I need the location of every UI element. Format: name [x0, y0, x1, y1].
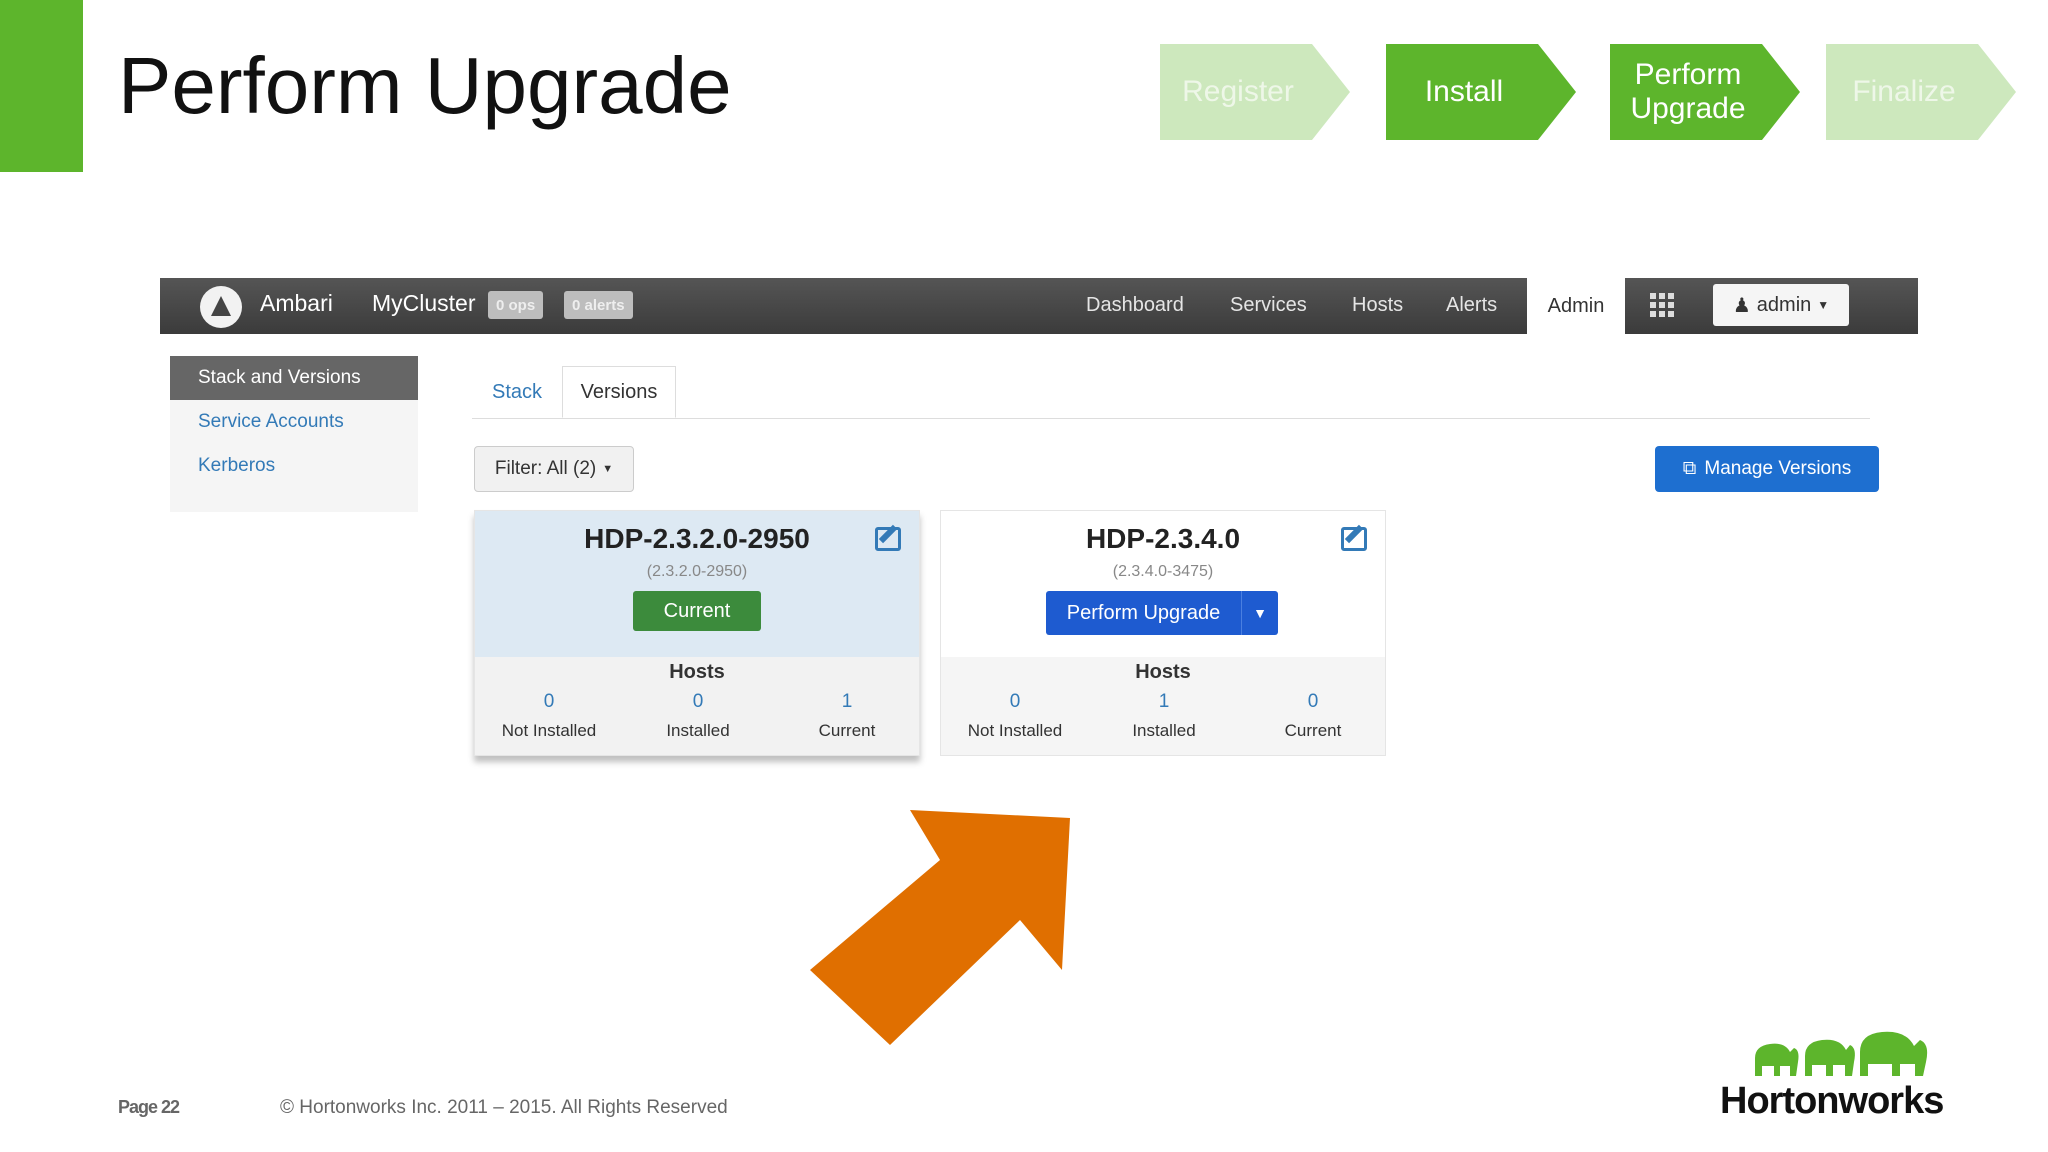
copyright: © Hortonworks Inc. 2011 – 2015. All Righ… [280, 1097, 728, 1118]
version-card-current: HDP-2.3.2.0-2950 (2.3.2.0-2950) Current … [474, 510, 920, 756]
page-number: Page 22 [118, 1097, 180, 1117]
ambari-screenshot: Ambari MyCluster 0 ops 0 alerts Dashboar… [160, 278, 1918, 768]
hosts-title: Hosts [1135, 661, 1191, 683]
elephants-icon [1755, 1031, 1928, 1076]
ops-badge[interactable]: 0 ops [488, 291, 544, 319]
nav-dashboard[interactable]: Dashboard [1086, 294, 1184, 317]
hosts-not-installed[interactable]: 0 Not Installed [941, 691, 1089, 741]
version-number: (2.3.4.0-3475) [1112, 563, 1214, 580]
hosts-installed[interactable]: 1 Installed [1090, 691, 1238, 741]
version-number: (2.3.2.0-2950) [646, 563, 748, 580]
user-name: admin [1756, 293, 1812, 316]
hosts-title: Hosts [669, 661, 725, 683]
edit-icon[interactable] [1341, 527, 1367, 551]
nav-hosts[interactable]: Hosts [1352, 294, 1403, 317]
cluster-name[interactable]: MyCluster [372, 290, 476, 317]
hosts-current[interactable]: 0 Current [1239, 691, 1387, 741]
stack-tabs: Stack Versions [472, 366, 1870, 419]
alerts-badge[interactable]: 0 alerts [564, 291, 633, 319]
version-name: HDP-2.3.2.0-2950 [584, 523, 810, 554]
external-link-icon: ⧉ [1682, 458, 1697, 479]
top-navbar: Ambari MyCluster 0 ops 0 alerts Dashboar… [160, 278, 1918, 334]
nav-admin[interactable]: Admin [1527, 278, 1625, 334]
filter-dropdown[interactable]: Filter: All (2) ▼ [474, 446, 634, 492]
caret-down-icon: ▼ [602, 463, 614, 475]
step-register: Register [1160, 44, 1350, 140]
manage-versions-label: Manage Versions [1704, 458, 1852, 479]
user-icon: ♟ [1732, 294, 1751, 317]
current-status-label: Current [633, 591, 761, 631]
views-grid-icon[interactable] [1650, 293, 1674, 317]
hosts-not-installed[interactable]: 0 Not Installed [475, 691, 623, 741]
slide-title: Perform Upgrade [118, 41, 732, 130]
sidebar-item-stack-and-versions[interactable]: Stack and Versions [170, 356, 418, 400]
perform-upgrade-button[interactable]: Perform Upgrade ▼ [1046, 591, 1278, 635]
manage-versions-button[interactable]: ⧉ Manage Versions [1655, 446, 1879, 492]
sidebar-item-service-accounts[interactable]: Service Accounts [170, 400, 418, 444]
pointer-arrow-icon [810, 810, 1070, 1045]
step-finalize: Finalize [1826, 44, 2016, 140]
perform-upgrade-label: Perform Upgrade [1066, 601, 1221, 624]
nav-services[interactable]: Services [1230, 294, 1307, 317]
step-install: Install [1386, 44, 1576, 140]
version-card-target: HDP-2.3.4.0 (2.3.4.0-3475) Perform Upgra… [940, 510, 1386, 756]
edit-icon[interactable] [875, 527, 901, 551]
filter-label: Filter: All (2) [494, 458, 597, 479]
brand-wordmark: Hortonworks [1720, 1080, 1944, 1122]
user-menu-button[interactable]: ♟ admin ▼ [1713, 284, 1849, 326]
tab-versions[interactable]: Versions [562, 366, 676, 418]
caret-down-icon[interactable]: ▼ [1241, 591, 1278, 635]
admin-sidebar: Stack and Versions Service Accounts Kerb… [170, 356, 418, 512]
hortonworks-logo: Hortonworks [1720, 1028, 1960, 1128]
ambari-logo-icon[interactable] [200, 286, 242, 328]
tab-stack[interactable]: Stack [472, 366, 562, 418]
sidebar-item-kerberos[interactable]: Kerberos [170, 444, 418, 488]
hosts-installed[interactable]: 0 Installed [624, 691, 772, 741]
version-name: HDP-2.3.4.0 [1085, 523, 1241, 554]
nav-brand[interactable]: Ambari [260, 290, 333, 317]
progress-steps: Register Install Perform Upgrade Finaliz… [1160, 44, 2020, 140]
accent-bar [0, 0, 83, 172]
caret-down-icon: ▼ [1817, 298, 1830, 312]
hosts-current[interactable]: 1 Current [773, 691, 921, 741]
step-perform-upgrade: Perform Upgrade [1610, 44, 1800, 140]
nav-alerts[interactable]: Alerts [1446, 294, 1497, 317]
